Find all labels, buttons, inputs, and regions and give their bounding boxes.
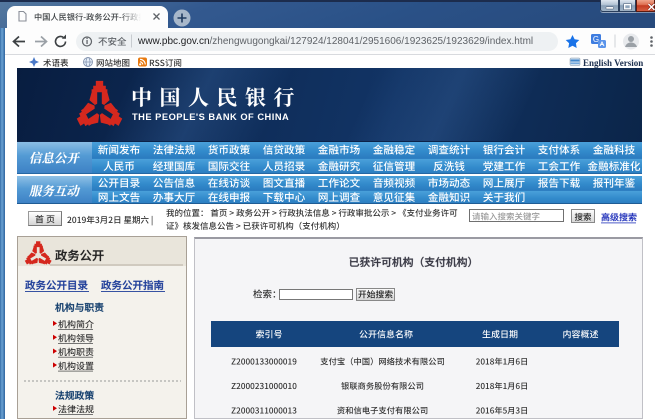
svg-text:THE PEOPLE'S BANK OF CHINA: THE PEOPLE'S BANK OF CHINA <box>132 112 289 122</box>
